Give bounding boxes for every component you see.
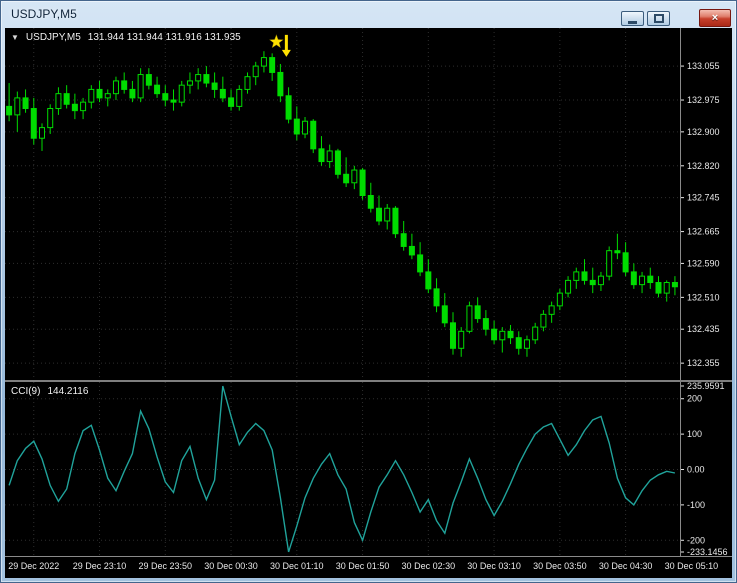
time-axis-label: 30 Dec 00:30	[204, 561, 258, 571]
time-axis-label: 29 Dec 23:50	[138, 561, 193, 571]
indicator-value: 144.2116	[47, 386, 89, 397]
candlestick-series	[6, 51, 678, 357]
time-axis-label: 30 Dec 04:30	[598, 561, 653, 571]
price-axis-label: 132.900	[687, 127, 720, 137]
down-arrow-icon	[281, 34, 291, 57]
price-grid	[5, 28, 680, 380]
price-axis-label: 132.510	[687, 292, 720, 302]
time-axis-label: 29 Dec 2022	[8, 561, 60, 571]
star-icon	[268, 33, 284, 49]
price-axis-label: 133.055	[687, 61, 720, 71]
maximize-button[interactable]	[647, 11, 670, 26]
symbol-period-label: USDJPY,M5	[25, 32, 81, 43]
cci-indicator-chart[interactable]: 235.9591 200 100 0.00 -100 -200 -233.1456	[5, 382, 732, 556]
time-axis-label: 30 Dec 01:10	[270, 561, 324, 571]
cci-axis-label: 200	[687, 394, 702, 404]
time-axis-label: 30 Dec 01:50	[335, 561, 390, 571]
chart-ohlc-readout: ▼ USDJPY,M5 131.944 131.944 131.916 131.…	[11, 32, 241, 43]
chart-client-area[interactable]: 133.055 132.975 132.900 132.820 132.745 132.6…	[5, 28, 732, 578]
price-axis-label: 132.745	[687, 193, 720, 203]
cci-axis-label: 100	[687, 429, 702, 439]
time-axis-label: 30 Dec 03:10	[467, 561, 521, 571]
maximize-icon	[653, 14, 664, 23]
cci-axis-label: 235.9591	[687, 382, 725, 391]
cci-axis-label: -200	[687, 535, 705, 545]
price-axis-label: 132.820	[687, 161, 720, 171]
time-axis-label: 30 Dec 05:10	[664, 561, 719, 571]
close-button[interactable]: ×	[699, 9, 731, 27]
price-axis-label: 132.435	[687, 324, 720, 334]
price-candlestick-chart[interactable]: 133.055 132.975 132.900 132.820 132.745 132.6…	[5, 28, 732, 380]
indicator-label: CCI(9) 144.2116	[11, 386, 88, 397]
indicator-name: CCI(9)	[11, 386, 41, 397]
cci-axis-label: -100	[687, 500, 705, 510]
time-axis-label: 30 Dec 03:50	[533, 561, 587, 571]
cci-axis-label: 0.00	[687, 464, 705, 474]
price-axis-label: 132.590	[687, 258, 720, 268]
signal-marker[interactable]	[268, 33, 291, 57]
chevron-down-icon[interactable]: ▼	[11, 33, 19, 42]
cci-grid	[5, 382, 680, 556]
time-axis-label: 29 Dec 23:10	[72, 561, 127, 571]
price-axis-label: 132.665	[687, 227, 720, 237]
mt4-chart-window: USDJPY,M5 × 133.055 132.975 132.900 132.820…	[0, 0, 737, 583]
price-axis-label: 132.975	[687, 95, 720, 105]
price-axis-label: 132.355	[687, 358, 720, 368]
minimize-button[interactable]	[621, 11, 644, 26]
price-axis: 133.055 132.975 132.900 132.820 132.745 132.6…	[680, 28, 720, 380]
cci-axis-label: -233.1456	[687, 547, 728, 556]
cci-line	[8, 385, 676, 553]
cci-axis: 235.9591 200 100 0.00 -100 -200 -233.1456	[680, 382, 728, 556]
time-axis: 29 Dec 2022 29 Dec 23:10 29 Dec 23:50 30 De…	[5, 556, 732, 578]
window-title: USDJPY,M5	[11, 7, 77, 21]
minimize-icon	[628, 20, 637, 24]
time-axis-label: 30 Dec 02:30	[401, 561, 456, 571]
ohlc-values: 131.944 131.944 131.916 131.935	[87, 32, 241, 43]
window-titlebar[interactable]: USDJPY,M5 ×	[1, 1, 736, 28]
